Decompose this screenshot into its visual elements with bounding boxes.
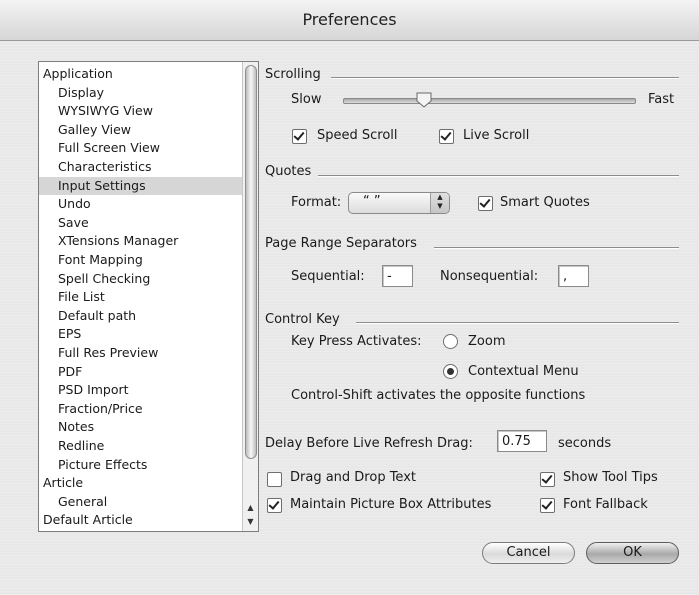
sidebar-item[interactable]: Full Res Preview xyxy=(39,344,258,362)
nonsequential-label: Nonsequential: xyxy=(440,269,539,284)
scroll-thumb[interactable] xyxy=(245,65,257,459)
contextual-menu-label: Contextual Menu xyxy=(468,364,579,379)
sidebar-item[interactable]: Application xyxy=(39,65,245,83)
font-fallback-checkbox[interactable] xyxy=(540,498,555,513)
seconds-label: seconds xyxy=(558,436,612,451)
sidebar-item[interactable]: Save xyxy=(39,214,258,232)
control-key-section-title: Control Key xyxy=(265,312,340,327)
delay-field[interactable]: 0.75 xyxy=(497,430,547,452)
maintain-picture-box-label: Maintain Picture Box Attributes xyxy=(290,497,492,512)
sidebar-item[interactable]: Default Article xyxy=(39,511,245,529)
drag-drop-text-checkbox[interactable] xyxy=(267,472,282,487)
sidebar-item[interactable]: PSD Import xyxy=(39,381,258,399)
sidebar-item[interactable]: Fraction/Price xyxy=(39,400,258,418)
sidebar-item[interactable]: EPS xyxy=(39,325,258,343)
ok-button[interactable]: OK xyxy=(586,542,679,564)
drag-drop-text-label: Drag and Drop Text xyxy=(290,470,416,485)
quotes-divider xyxy=(318,175,679,177)
page-range-divider xyxy=(434,247,679,249)
fast-label: Fast xyxy=(648,92,675,107)
sidebar-item[interactable]: PDF xyxy=(39,363,258,381)
list-scrollbar[interactable]: ▲ ▼ xyxy=(242,62,258,531)
sidebar-item[interactable]: Characteristics xyxy=(39,158,258,176)
speed-scroll-checkbox[interactable] xyxy=(292,129,307,144)
window-title: Preferences xyxy=(0,0,699,41)
font-fallback-label: Font Fallback xyxy=(563,497,648,512)
preferences-category-list[interactable]: Default Article General Article Picture Eff… xyxy=(38,61,259,532)
contextual-menu-radio[interactable] xyxy=(443,364,458,379)
smart-quotes-label: Smart Quotes xyxy=(500,195,590,210)
sidebar-item[interactable]: Galley View xyxy=(39,121,258,139)
sidebar-item[interactable]: Redline xyxy=(39,437,258,455)
sidebar-item[interactable]: Spell Checking xyxy=(39,270,258,288)
sidebar-item[interactable]: Picture Effects xyxy=(39,456,258,474)
quotes-section-title: Quotes xyxy=(265,164,312,179)
cancel-button[interactable]: Cancel xyxy=(482,542,575,564)
key-press-activates-label: Key Press Activates: xyxy=(291,334,422,349)
sidebar-item[interactable]: Display xyxy=(39,84,258,102)
zoom-label: Zoom xyxy=(468,334,506,349)
sidebar-item[interactable]: File List xyxy=(39,288,258,306)
sidebar-item[interactable]: Default path xyxy=(39,307,258,325)
scroll-up-arrow-icon[interactable]: ▲ xyxy=(243,502,258,514)
scroll-down-arrow-icon[interactable]: ▼ xyxy=(243,516,258,528)
smart-quotes-checkbox[interactable] xyxy=(478,196,493,211)
sidebar-item[interactable]: Undo xyxy=(39,195,258,213)
quote-format-popup[interactable]: “ ” ▲ ▼ xyxy=(348,192,450,214)
scrolling-divider xyxy=(331,77,679,79)
zoom-radio[interactable] xyxy=(443,334,458,349)
sidebar-item[interactable]: General xyxy=(39,493,258,511)
sequential-label: Sequential: xyxy=(291,269,365,284)
format-label: Format: xyxy=(291,195,342,210)
scroll-speed-slider-track[interactable] xyxy=(343,98,636,104)
sidebar-item[interactable]: Full Screen View xyxy=(39,139,258,157)
scroll-speed-slider-knob[interactable] xyxy=(416,92,432,108)
sidebar-item[interactable]: Font Mapping xyxy=(39,251,258,269)
quote-format-value: “ ” xyxy=(363,194,381,209)
sequential-separator-field[interactable]: - xyxy=(382,265,413,287)
live-scroll-checkbox[interactable] xyxy=(439,129,454,144)
sidebar-item[interactable]: Input Settings xyxy=(39,176,258,195)
show-tool-tips-checkbox[interactable] xyxy=(540,472,555,487)
sidebar-item[interactable]: Article xyxy=(39,474,245,492)
live-scroll-label: Live Scroll xyxy=(463,128,530,143)
sidebar-item[interactable]: XTensions Manager xyxy=(39,232,258,250)
control-key-divider xyxy=(356,322,679,324)
sidebar-item[interactable]: WYSIWYG View xyxy=(39,102,258,120)
nonsequential-separator-field[interactable]: , xyxy=(558,265,589,287)
popup-arrows-icon: ▲ ▼ xyxy=(430,193,449,213)
scrolling-section-title: Scrolling xyxy=(265,67,321,82)
delay-label: Delay Before Live Refresh Drag: xyxy=(265,436,473,451)
page-range-section-title: Page Range Separators xyxy=(265,236,417,251)
slow-label: Slow xyxy=(291,92,322,107)
preferences-window: Preferences Default Article General Articl… xyxy=(0,0,699,595)
maintain-picture-box-checkbox[interactable] xyxy=(267,498,282,513)
speed-scroll-label: Speed Scroll xyxy=(317,128,398,143)
sidebar-item[interactable]: Notes xyxy=(39,418,258,436)
control-shift-note: Control-Shift activates the opposite fun… xyxy=(291,388,586,403)
show-tool-tips-label: Show Tool Tips xyxy=(563,470,658,485)
